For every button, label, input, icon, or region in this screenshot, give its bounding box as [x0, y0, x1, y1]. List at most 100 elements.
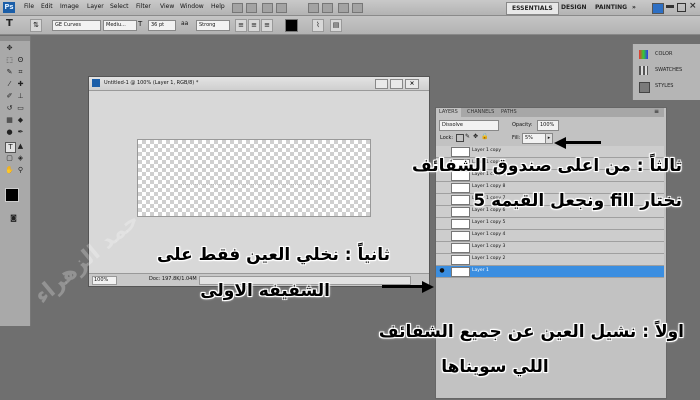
lock-position-icon[interactable]: ✥ [473, 133, 478, 140]
menu-filter[interactable]: Filter [136, 3, 151, 10]
blur-tool-icon[interactable]: ◆ [16, 116, 25, 125]
layer-row[interactable]: Layer 1 copy 3 [436, 242, 664, 254]
hand-icon[interactable] [308, 3, 319, 13]
clone-stamp-tool-icon[interactable]: ⊥ [16, 92, 25, 101]
minimize-icon[interactable] [666, 5, 674, 8]
eyedropper-tool-icon[interactable]: ⁄ [5, 80, 14, 89]
move-tool-icon[interactable]: ✥ [5, 44, 14, 53]
document-title-bar[interactable]: Untitled-1 @ 100% (Layer 1, RGB/8) * × [89, 77, 429, 91]
tools-panel: ✥ ⬚ ʘ ✎ ⌗ ⁄ ✚ ✐ ⊥ ↺ ▭ ▦ ◆ ● ✒ T ▲ ▢ ◈ ✋ … [0, 36, 31, 326]
text-color-swatch[interactable] [285, 19, 298, 32]
fill-slider-button[interactable]: ▸ [545, 133, 553, 144]
doc-close-icon[interactable]: × [405, 79, 419, 89]
antialias-select[interactable]: Strong [196, 20, 230, 31]
3d-tool-icon[interactable]: ◈ [16, 154, 25, 163]
layer-row[interactable]: Layer 1 copy 4 [436, 230, 664, 242]
zoom-tool-icon[interactable]: ⚲ [16, 166, 25, 175]
type-tool-active-icon[interactable]: T [5, 142, 16, 153]
menu-file[interactable]: File [24, 3, 34, 10]
font-style-select[interactable]: Mediu... [103, 20, 137, 31]
document-title: Untitled-1 @ 100% (Layer 1, RGB/8) * [104, 80, 199, 86]
visibility-eye-icon[interactable] [438, 243, 446, 251]
lock-pixels-icon[interactable]: ✎ [465, 133, 470, 140]
layer-name: Layer 1 copy 5 [472, 220, 506, 225]
menu-view[interactable]: View [160, 3, 174, 10]
close-icon[interactable]: × [689, 1, 697, 11]
warp-text-icon[interactable]: ⌇ [312, 19, 324, 32]
marquee-tool-icon[interactable]: ⬚ [5, 56, 14, 65]
maximize-icon[interactable] [677, 3, 686, 12]
visibility-eye-icon[interactable]: ● [438, 267, 446, 275]
orientation-toggle-icon[interactable]: ⇅ [30, 19, 42, 32]
menu-help[interactable]: Help [211, 3, 225, 10]
doc-minimize-icon[interactable] [375, 79, 388, 89]
font-size-select[interactable]: 36 pt [148, 20, 176, 31]
eraser-tool-icon[interactable]: ▭ [16, 104, 25, 113]
lock-all-icon[interactable]: 🔒 [481, 133, 488, 140]
path-select-tool-icon[interactable]: ▲ [16, 142, 25, 151]
opacity-field[interactable]: 100% [537, 120, 559, 131]
visibility-eye-icon[interactable] [438, 207, 446, 215]
dodge-tool-icon[interactable]: ● [5, 128, 14, 137]
pen-tool-icon[interactable]: ✒ [16, 128, 25, 137]
step1-line1: اولاً : نشيل العين عن جميع الشفائف [378, 322, 684, 342]
brush-tool-icon[interactable]: ✐ [5, 92, 14, 101]
crop-tool-icon[interactable]: ⌗ [16, 68, 25, 77]
zoom-level-icon[interactable] [276, 3, 287, 13]
document-canvas[interactable] [137, 139, 371, 217]
menu-layer[interactable]: Layer [87, 3, 104, 10]
visibility-eye-icon[interactable] [438, 147, 446, 155]
extras-icon[interactable] [262, 3, 273, 13]
bridge-icon[interactable] [232, 3, 243, 13]
visibility-eye-icon[interactable] [438, 255, 446, 263]
workspace-design-button[interactable]: DESIGN [556, 2, 592, 13]
tools-panel-header [0, 36, 30, 41]
menu-select[interactable]: Select [110, 3, 129, 10]
lock-transparency-icon[interactable] [456, 134, 464, 142]
workspace-more-button[interactable]: » [627, 2, 641, 13]
history-brush-tool-icon[interactable]: ↺ [5, 104, 14, 113]
screen-mode-icon[interactable] [352, 3, 363, 13]
blend-mode-select[interactable]: Dissolve [439, 120, 499, 131]
layer-row[interactable]: Layer 1 copy 2 [436, 254, 664, 266]
menu-edit[interactable]: Edit [41, 3, 53, 10]
visibility-eye-icon[interactable] [438, 219, 446, 227]
swatches-panel-button[interactable]: SWATCHES [637, 64, 699, 77]
layer-row[interactable]: Layer 1 copy 5 [436, 218, 664, 230]
shape-tool-icon[interactable]: ▢ [5, 154, 14, 163]
align-right-icon[interactable]: ≡ [261, 19, 273, 32]
hand-tool-icon[interactable]: ✋ [5, 166, 14, 175]
workspace-essentials-button[interactable]: ESSENTIALS [506, 2, 559, 15]
workspace-painting-button[interactable]: PAINTING [590, 2, 632, 13]
foreground-color-swatch[interactable] [5, 188, 19, 202]
healing-tool-icon[interactable]: ✚ [16, 80, 25, 89]
layer-row-selected[interactable]: ● Layer 1 [436, 266, 664, 278]
menu-image[interactable]: Image [60, 3, 79, 10]
gradient-tool-icon[interactable]: ▦ [5, 116, 14, 125]
color-panel-button[interactable]: COLOR [637, 48, 699, 61]
tab-channels[interactable]: CHANNELS [464, 108, 497, 117]
cs-live-icon[interactable] [652, 3, 664, 14]
menu-window[interactable]: Window [180, 3, 204, 10]
quick-select-tool-icon[interactable]: ✎ [5, 68, 14, 77]
arrange-documents-icon[interactable] [338, 3, 349, 13]
type-tool-icon[interactable]: T [6, 18, 13, 29]
lasso-tool-icon[interactable]: ʘ [16, 56, 25, 65]
visibility-eye-icon[interactable] [438, 195, 446, 203]
panel-menu-icon[interactable]: ≡ [654, 108, 659, 115]
zoom-icon[interactable] [322, 3, 333, 13]
quick-mask-icon[interactable]: ◙ [9, 214, 18, 223]
align-center-icon[interactable]: ≡ [248, 19, 260, 32]
doc-maximize-icon[interactable] [390, 79, 403, 89]
tab-paths[interactable]: PATHS [498, 108, 520, 117]
minibridge-icon[interactable] [246, 3, 257, 13]
visibility-eye-icon[interactable] [438, 183, 446, 191]
font-family-select[interactable]: GE Curves [52, 20, 101, 31]
styles-panel-button[interactable]: STYLES [637, 80, 699, 93]
tab-layers[interactable]: LAYERS [436, 108, 461, 117]
fill-field[interactable]: 5% [522, 133, 546, 144]
align-left-icon[interactable]: ≡ [235, 19, 247, 32]
styles-panel-icon [639, 82, 650, 93]
character-panel-icon[interactable]: ▤ [330, 19, 342, 32]
visibility-eye-icon[interactable] [438, 231, 446, 239]
